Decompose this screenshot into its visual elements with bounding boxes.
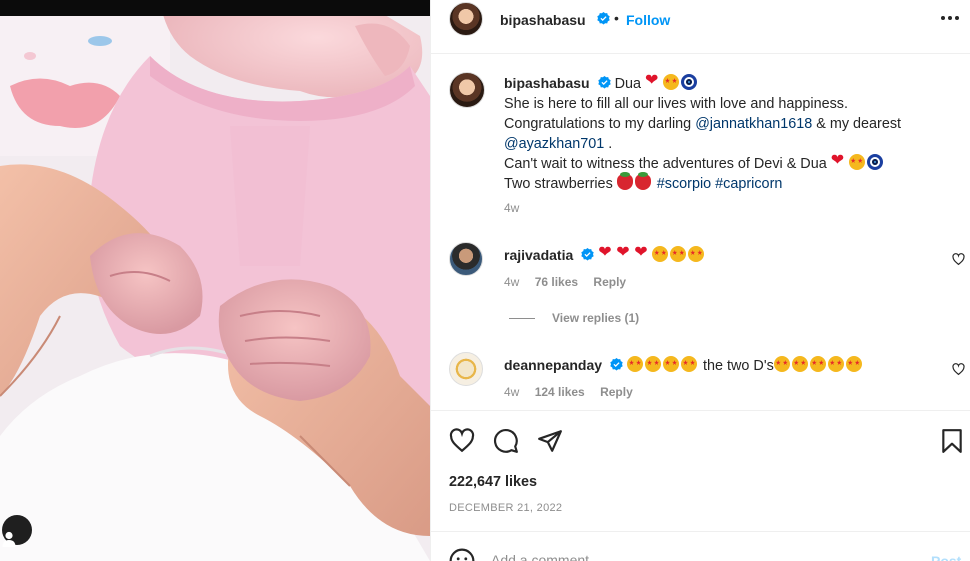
caption-line-5: Can't wait to witness the adventures of … — [504, 153, 959, 174]
star-struck-emoji — [848, 154, 865, 170]
commenter-avatar[interactable] — [449, 242, 483, 276]
caption-timestamp[interactable]: 4w — [504, 201, 519, 215]
caption-body: bipashabasu Dua She is here to fill all … — [504, 73, 959, 194]
bookmark-icon[interactable] — [939, 428, 965, 454]
red-heart-emoji — [598, 245, 614, 262]
star-struck-emoji — [773, 356, 790, 372]
comment-icon[interactable] — [493, 428, 519, 454]
star-struck-emoji — [670, 246, 687, 262]
caption-text: Two strawberries — [504, 176, 613, 192]
star-struck-emoji — [809, 356, 826, 372]
red-heart-emoji — [634, 245, 650, 262]
post-actions: 222,647 likes DECEMBER 21, 2022 — [431, 410, 970, 532]
caption-username[interactable]: bipashabasu — [504, 75, 590, 91]
comment-meta: 4w 76 likes Reply — [504, 275, 638, 289]
author-avatar[interactable] — [449, 2, 483, 36]
star-struck-emoji — [681, 356, 698, 372]
hashtag-link[interactable]: #capricorn — [715, 176, 782, 192]
commenter-avatar[interactable] — [449, 352, 483, 386]
view-replies-button[interactable]: View replies (1) — [509, 311, 639, 325]
caption-line-6: Two strawberries #scorpio #capricorn — [504, 172, 959, 194]
heart-icon[interactable] — [952, 363, 965, 376]
caption-author-avatar[interactable] — [449, 72, 485, 108]
user-tag-button[interactable] — [2, 515, 32, 547]
comment-input[interactable] — [491, 548, 911, 561]
caption-line-4: @ayazkhan701 . — [504, 134, 959, 154]
follow-button[interactable]: Follow — [626, 12, 670, 28]
emoji-picker-icon[interactable] — [449, 548, 475, 561]
comment-text: deannepanday the two D's — [504, 355, 864, 376]
strawberry-emoji — [616, 172, 633, 190]
red-heart-emoji — [645, 73, 661, 90]
caption-text: . — [604, 136, 613, 152]
star-struck-emoji — [663, 356, 680, 372]
commenter-username[interactable]: deannepanday — [504, 357, 602, 373]
post-details-panel: bipashabasu • Follow bipashabasu Dua She — [430, 0, 970, 561]
nazar-amulet-emoji — [681, 74, 697, 90]
newborn-photo-illustration — [0, 16, 430, 561]
comment-text: rajivadatia — [504, 245, 706, 266]
verified-badge-icon — [597, 12, 610, 25]
strawberry-emoji — [634, 172, 651, 190]
caption-text-dua: Dua — [614, 76, 641, 92]
mention-link[interactable]: @ayazkhan701 — [504, 136, 604, 152]
replies-divider-line — [509, 317, 535, 319]
view-replies-label: View replies (1) — [552, 311, 640, 325]
caption-text: Can't wait to witness the adventures of … — [504, 156, 827, 172]
verified-badge-icon — [597, 76, 611, 89]
verified-badge — [593, 11, 610, 29]
comment-timestamp[interactable]: 4w — [504, 275, 519, 289]
post-header: bipashabasu • Follow — [431, 0, 970, 54]
add-comment-bar: Post — [431, 532, 970, 561]
commenter-username[interactable]: rajivadatia — [504, 247, 573, 263]
comment-likes[interactable]: 124 likes — [535, 385, 585, 399]
post-comment-button[interactable]: Post — [931, 553, 961, 561]
red-heart-emoji — [616, 245, 632, 262]
star-struck-emoji — [827, 356, 844, 372]
verified-badge-icon — [610, 358, 623, 371]
star-struck-emoji — [627, 356, 644, 372]
author-username[interactable]: bipashabasu — [500, 12, 586, 28]
separator-dot: • — [614, 10, 619, 26]
star-struck-emoji — [663, 74, 679, 90]
caption-line-3: Congratulations to my darling @jannatkha… — [504, 114, 959, 134]
star-struck-emoji — [845, 356, 862, 372]
post-date[interactable]: DECEMBER 21, 2022 — [449, 502, 562, 514]
nazar-amulet-emoji — [866, 154, 883, 170]
caption-text: & my dearest — [812, 116, 902, 132]
share-icon[interactable] — [537, 428, 563, 454]
more-options-icon[interactable] — [939, 10, 961, 26]
caption-line-2: She is here to fill all our lives with l… — [504, 96, 848, 112]
mention-link[interactable]: @jannatkhan1618 — [695, 116, 812, 132]
likes-count[interactable]: 222,647 likes — [449, 474, 537, 490]
reply-button[interactable]: Reply — [593, 275, 626, 289]
star-struck-emoji — [645, 356, 662, 372]
comment-meta: 4w 124 likes Reply — [504, 385, 645, 399]
caption-text: Congratulations to my darling — [504, 116, 696, 132]
red-heart-emoji — [831, 153, 847, 170]
photo-top-edge — [0, 0, 430, 16]
caption-line-1: bipashabasu Dua — [504, 73, 959, 94]
comment-body: the two D's — [699, 358, 774, 374]
comment-likes[interactable]: 76 likes — [535, 275, 578, 289]
user-tag-icon — [2, 531, 16, 547]
hashtag-link[interactable]: #scorpio — [657, 176, 711, 192]
star-struck-emoji — [652, 246, 669, 262]
heart-icon[interactable] — [952, 253, 965, 266]
post-photo[interactable] — [0, 0, 430, 561]
comment-timestamp[interactable]: 4w — [504, 385, 519, 399]
reply-button[interactable]: Reply — [600, 385, 633, 399]
verified-badge-icon — [581, 248, 594, 261]
star-struck-emoji — [688, 246, 705, 262]
star-struck-emoji — [791, 356, 808, 372]
heart-icon[interactable] — [449, 428, 475, 454]
